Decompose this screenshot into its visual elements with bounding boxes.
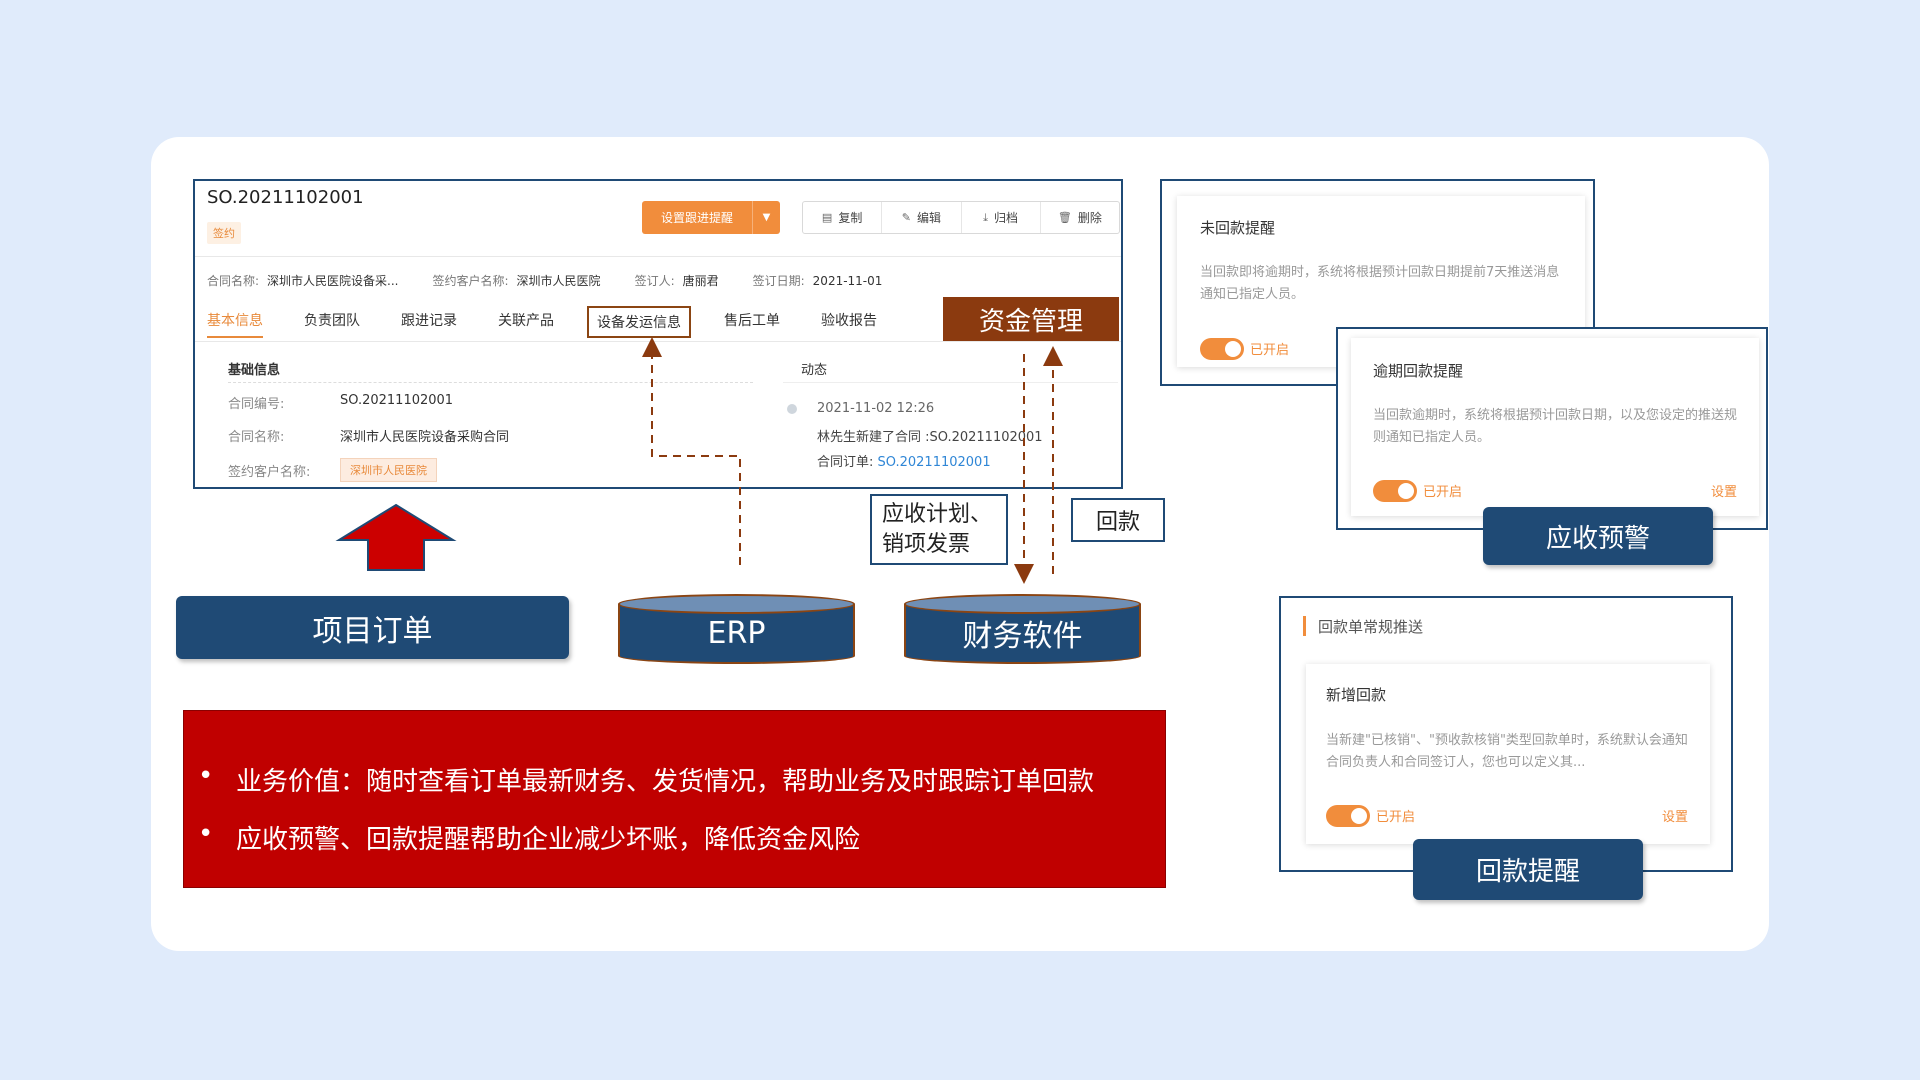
overdue-state: 已开启	[1423, 485, 1463, 500]
overdue-reminder-card: 逾期回款提醒 当回款逾期时，系统将根据预计回款日期，以及您设定的推送规则通知已指…	[1351, 338, 1759, 516]
overdue-settings-link[interactable]: 设置	[1711, 481, 1737, 500]
overdue-title: 逾期回款提醒	[1373, 362, 1464, 380]
new-payment-state: 已开启	[1376, 810, 1416, 825]
receivable-line2: 销项发票	[882, 532, 971, 557]
value-point: 应收预警、回款提醒帮助企业减少坏账，降低资金风险	[184, 819, 1094, 856]
new-payment-settings-link[interactable]: 设置	[1662, 806, 1688, 825]
new-payment-card: 新增回款 当新建"已核销"、"预收款核销"类型回款单时，系统默认会通知合同负责人…	[1306, 664, 1710, 844]
receivable-line1: 应收计划、	[882, 502, 993, 527]
erp-to-shipping-connector	[642, 337, 741, 565]
new-payment-desc: 当新建"已核销"、"预收款核销"类型回款单时，系统默认会通知合同负责人和合同签订…	[1326, 733, 1688, 770]
overdue-toggle[interactable]	[1373, 480, 1417, 502]
unpaid-desc: 当回款即将逾期时，系统将根据预计回款日期提前7天推送消息通知已指定人员。	[1200, 265, 1560, 302]
payback-label: 回款	[1071, 498, 1165, 542]
value-point: 业务价值：随时查看订单最新财务、发货情况，帮助业务及时跟踪订单回款	[184, 761, 1094, 798]
unpaid-state: 已开启	[1250, 343, 1290, 358]
routine-push-header: 回款单常规推送	[1318, 618, 1424, 636]
finance-cylinder-top	[904, 594, 1141, 614]
payment-reminder-box: 回款提醒	[1413, 839, 1643, 900]
erp-cylinder-top	[618, 594, 855, 614]
overdue-desc: 当回款逾期时，系统将根据预计回款日期，以及您设定的推送规则通知已指定人员。	[1373, 408, 1738, 445]
project-order-box: 项目订单	[176, 596, 569, 659]
new-payment-toggle[interactable]	[1326, 805, 1370, 827]
receivable-warning-box: 应收预警	[1483, 507, 1713, 565]
receivable-invoice-label: 应收计划、 销项发票	[870, 494, 1008, 565]
new-payment-title: 新增回款	[1326, 686, 1387, 704]
unpaid-toggle[interactable]	[1200, 338, 1244, 360]
unpaid-title: 未回款提醒	[1200, 219, 1276, 237]
upload-arrow	[335, 503, 457, 571]
section-accent-bar	[1303, 616, 1306, 636]
business-value-box: 业务价值：随时查看订单最新财务、发货情况，帮助业务及时跟踪订单回款 应收预警、回…	[183, 710, 1166, 888]
